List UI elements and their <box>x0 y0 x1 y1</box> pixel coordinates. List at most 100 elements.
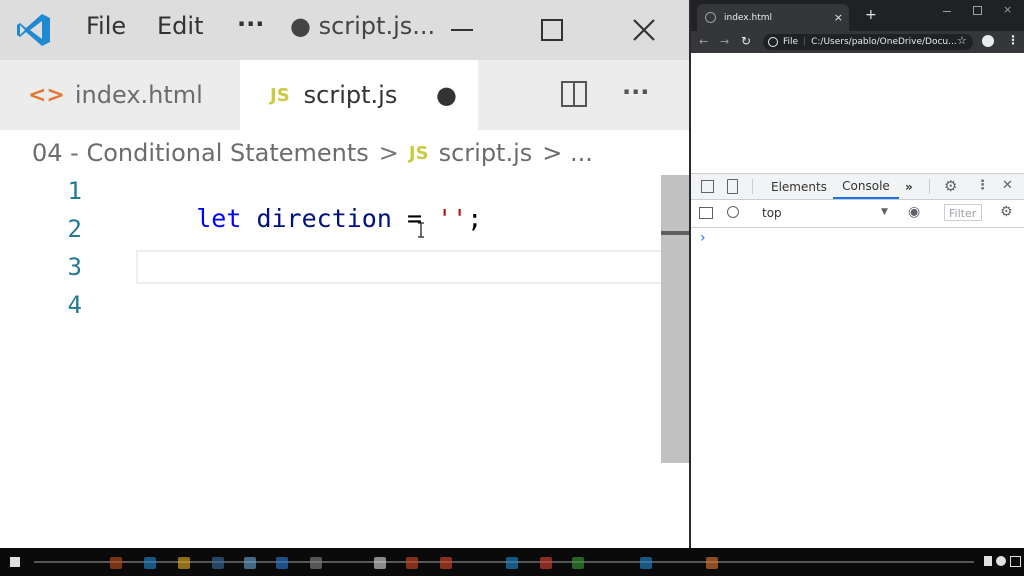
window-title: ● script.js... <box>290 12 436 40</box>
tab-script-js[interactable]: JS script.js ● <box>240 60 478 130</box>
filter-placeholder: Filter <box>949 207 977 220</box>
app-icon[interactable] <box>144 557 156 569</box>
unsaved-dot-icon[interactable]: ● <box>436 81 457 109</box>
app-icon[interactable] <box>440 557 452 569</box>
toolbar-separator <box>752 179 753 194</box>
console-prompt[interactable]: › <box>700 230 706 246</box>
chrome-address-bar: ← → ↻ File | C:/Users/pablo/OneDrive/Doc… <box>691 31 1024 53</box>
chrome-window: index.html × + × ← → ↻ File | C:/Users/p… <box>691 0 1024 549</box>
kebab-menu-icon[interactable]: ⋮ <box>976 178 989 193</box>
sidebar-toggle-icon[interactable] <box>699 207 713 219</box>
code-editor[interactable]: let direction = ''; <box>136 175 482 262</box>
filter-input[interactable]: Filter <box>944 204 982 221</box>
star-bookmark-icon[interactable]: ☆ <box>957 34 967 47</box>
tab-elements[interactable]: Elements <box>771 174 827 199</box>
fullscreen-icon[interactable] <box>1010 556 1021 567</box>
app-icon[interactable] <box>572 557 584 569</box>
chrome-tab-bar: index.html × + × <box>691 0 1024 31</box>
eye-icon[interactable]: ◉ <box>908 204 920 220</box>
chrome-tab-index-html[interactable]: index.html × <box>697 4 849 31</box>
minimize-icon <box>451 29 473 31</box>
tab-console[interactable]: Console <box>833 174 899 199</box>
file-scheme-label: File <box>783 37 799 47</box>
app-icon[interactable] <box>310 557 322 569</box>
close-devtools-icon[interactable]: ✕ <box>1002 178 1013 193</box>
app-icon[interactable] <box>506 557 518 569</box>
forward-arrow-icon[interactable]: → <box>720 35 729 48</box>
maximize-icon <box>541 19 563 41</box>
maximize-icon[interactable] <box>973 6 982 15</box>
app-icon[interactable] <box>706 557 718 569</box>
info-icon <box>768 37 778 47</box>
app-icon[interactable] <box>540 557 552 569</box>
globe-icon <box>705 12 716 23</box>
chevron-right-icon: > <box>378 139 399 167</box>
kebab-menu-icon[interactable]: ⋮ <box>1007 33 1019 47</box>
menu-edit[interactable]: Edit <box>157 12 203 40</box>
app-icon[interactable] <box>406 557 418 569</box>
title-bar: File Edit ··· ● script.js... <box>0 0 690 60</box>
split-editor-icon <box>561 81 587 107</box>
app-icon[interactable] <box>212 557 224 569</box>
keyword-token: let <box>196 204 242 233</box>
pause-icon[interactable] <box>10 557 20 567</box>
close-button[interactable] <box>619 8 669 52</box>
app-icon[interactable] <box>276 557 288 569</box>
minimize-icon[interactable] <box>943 11 951 12</box>
device-toolbar-icon[interactable] <box>727 179 738 194</box>
new-tab-button[interactable]: + <box>865 7 877 23</box>
omnibox[interactable]: File | C:/Users/pablo/OneDrive/Docu... <box>763 34 973 50</box>
editor-scrollbar[interactable] <box>661 175 690 463</box>
breadcrumb-symbols[interactable]: > ... <box>542 139 593 167</box>
omnibox-separator: | <box>803 37 807 47</box>
gear-icon[interactable]: ⚙ <box>1000 204 1013 220</box>
context-selector[interactable]: top <box>762 206 782 220</box>
close-icon[interactable]: × <box>1003 3 1012 16</box>
menu-file[interactable]: File <box>86 12 126 40</box>
maximize-button[interactable] <box>527 8 577 52</box>
js-icon: JS <box>270 84 290 106</box>
app-icon[interactable] <box>178 557 190 569</box>
tab-label: script.js <box>303 81 398 109</box>
back-arrow-icon[interactable]: ← <box>699 35 708 48</box>
more-actions-button[interactable]: ··· <box>622 78 649 106</box>
settings-icon[interactable] <box>996 556 1006 566</box>
app-icon[interactable] <box>640 557 652 569</box>
more-tabs-icon[interactable]: » <box>905 174 913 199</box>
breadcrumb-folder[interactable]: 04 - Conditional Statements <box>32 139 369 167</box>
menu-more[interactable]: ··· <box>237 10 264 38</box>
line-number: 1 <box>67 177 82 205</box>
timeline-track[interactable] <box>34 561 974 563</box>
text-cursor-icon <box>416 222 426 238</box>
toolbar-separator <box>929 179 930 194</box>
app-icon[interactable] <box>244 557 256 569</box>
page-viewport[interactable] <box>691 53 1024 173</box>
reload-icon[interactable]: ↻ <box>741 34 751 48</box>
tab-close-icon[interactable]: × <box>834 11 843 24</box>
line-number: 4 <box>67 291 82 319</box>
split-editor-button[interactable] <box>560 80 588 108</box>
profile-avatar-icon[interactable] <box>982 35 994 47</box>
url-text: C:/Users/pablo/OneDrive/Docu... <box>811 37 957 47</box>
string-token: '' <box>437 204 468 233</box>
line-number: 3 <box>67 253 82 281</box>
console-toolbar: top ▼ ◉ Filter ⚙ <box>691 200 1024 228</box>
tab-index-html[interactable]: <> index.html <box>0 60 240 130</box>
app-icon[interactable] <box>110 557 122 569</box>
breadcrumb-file[interactable]: script.js <box>439 139 533 167</box>
breadcrumb: 04 - Conditional Statements > JS script.… <box>32 136 593 170</box>
tab-label: index.html <box>74 81 203 109</box>
volume-icon[interactable] <box>984 556 992 566</box>
app-icon[interactable] <box>374 557 386 569</box>
minimize-button[interactable] <box>437 8 487 52</box>
dropdown-arrow-icon[interactable]: ▼ <box>881 207 888 217</box>
devtools-panel: Elements Console » ⚙ ⋮ ✕ top ▼ ◉ Filter … <box>691 173 1024 549</box>
clear-console-icon[interactable] <box>727 206 739 218</box>
inspect-element-icon[interactable] <box>701 180 714 193</box>
close-icon <box>633 19 655 41</box>
gear-icon[interactable]: ⚙ <box>944 177 957 195</box>
semicolon-token: ; <box>467 204 483 233</box>
line-number: 2 <box>67 215 82 243</box>
variable-token: direction <box>256 204 392 233</box>
taskbar <box>0 548 1024 576</box>
